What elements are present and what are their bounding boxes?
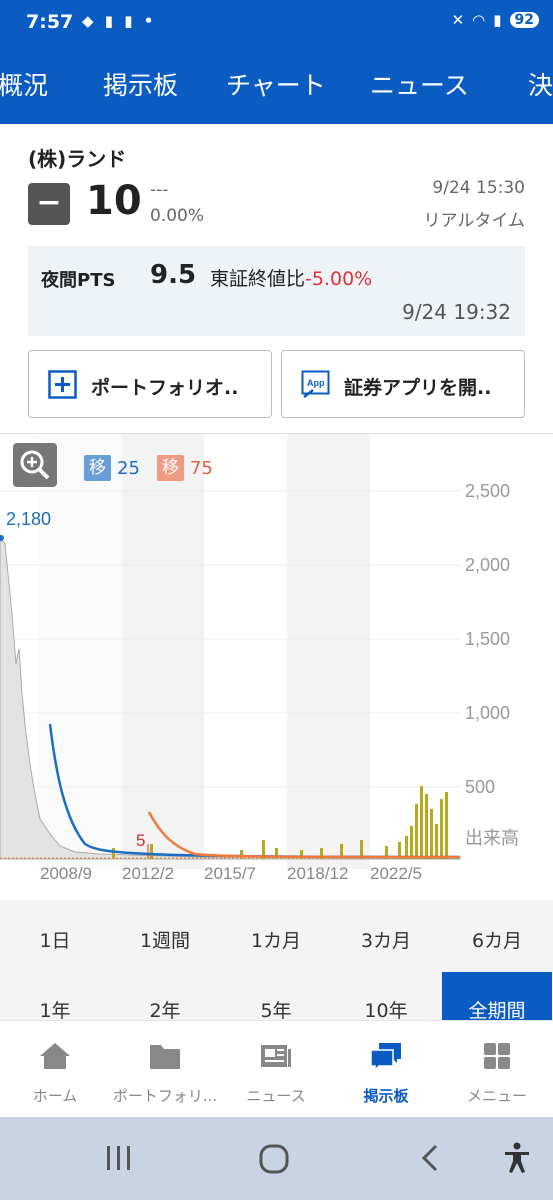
y-tick-1500: 1,500	[465, 629, 510, 649]
legend-ma25: 移 25	[84, 455, 140, 481]
battery-badge: 92	[509, 12, 539, 28]
stock-price: 10	[86, 178, 142, 224]
status-bar: 7:57 ◆ ▮ ▮ • ✕ ◠ ▮ 92	[0, 0, 553, 42]
tab-bar: 概況 掲示板 チャート ニュース 決	[0, 42, 553, 124]
tab-news[interactable]: ニュース	[370, 66, 469, 102]
legend-ma75-symbol: 移	[157, 455, 184, 481]
period-1d[interactable]: 1日	[0, 926, 110, 953]
home-icon	[40, 1043, 70, 1069]
y-tick-2000: 2,000	[465, 555, 510, 575]
zoom-in-icon	[20, 450, 50, 480]
period-5y[interactable]: 5年	[221, 996, 331, 1023]
newspaper-icon	[261, 1045, 291, 1067]
mute-icon: ✕	[451, 11, 465, 29]
nav-portfolio-label: ポートフォリ...	[112, 1087, 218, 1105]
y-tick-500: 500	[465, 777, 495, 797]
x-tick-2018-12: 2018/12	[287, 864, 348, 883]
nav-menu[interactable]: メニュー	[442, 1021, 552, 1118]
legend-ma75-value: 75	[190, 457, 213, 479]
pts-compare-value: -5.00%	[305, 268, 373, 290]
legend-ma25-symbol: 移	[84, 455, 111, 481]
unchanged-badge: −	[28, 183, 70, 225]
min-label: 5	[136, 831, 145, 850]
stock-name: (株)ランド	[28, 147, 127, 171]
y-tick-2500: 2,500	[465, 481, 510, 501]
x-tick-2015-7: 2015/7	[204, 864, 256, 883]
period-3m[interactable]: 3カ月	[331, 926, 441, 953]
status-time: 7:57	[26, 11, 74, 33]
x-tick-2008-9: 2008/9	[40, 864, 92, 883]
period-1y[interactable]: 1年	[0, 996, 110, 1023]
realtime-label: リアルタイム	[423, 211, 526, 231]
period-1w[interactable]: 1週間	[110, 926, 220, 953]
pts-box: 夜間PTS 9.5 東証終値比-5.00% 9/24 19:32	[28, 246, 525, 336]
nav-news[interactable]: ニュース	[221, 1021, 331, 1118]
recent-apps-icon[interactable]	[104, 1143, 134, 1173]
y-tick-1000: 1,000	[465, 703, 510, 723]
period-2y[interactable]: 2年	[110, 996, 220, 1023]
pts-compare-label: 東証終値比	[210, 268, 306, 290]
app-icon: App	[301, 370, 330, 398]
x-tick-2022-5: 2022/5	[370, 864, 422, 883]
nav-menu-label: メニュー	[466, 1087, 527, 1105]
nav-portfolio[interactable]: ポートフォリ...	[110, 1021, 220, 1118]
pts-compare: 東証終値比-5.00%	[210, 264, 372, 291]
bottom-navigation: ホーム ポートフォリ... ニュース 掲示板 メニュー	[0, 1020, 553, 1117]
period-selector: 1日 1週間 1カ月 3カ月 6カ月 1年 2年 5年 10年 全期間	[0, 900, 553, 1023]
period-10y[interactable]: 10年	[331, 996, 441, 1023]
plus-box-icon	[48, 370, 77, 399]
pts-time: 9/24 19:32	[402, 300, 511, 324]
price-change-pct: 0.00%	[150, 206, 205, 226]
price-change: ---	[150, 180, 169, 200]
open-securities-app-label: 証券アプリを開..	[344, 377, 492, 399]
nav-home[interactable]: ホーム	[0, 1021, 110, 1118]
zoom-button[interactable]	[13, 443, 57, 487]
max-label: 2,180	[6, 509, 51, 529]
nav-board-label: 掲示板	[363, 1087, 409, 1105]
notification-icons: ◆ ▮ ▮ •	[82, 12, 157, 30]
legend-ma25-value: 25	[117, 457, 140, 479]
grid-menu-icon	[484, 1043, 510, 1069]
add-portfolio-button[interactable]: ポートフォリオ..	[28, 350, 272, 418]
volume-label: 出来高	[465, 828, 519, 848]
accessibility-icon[interactable]	[502, 1141, 532, 1175]
tab-earnings[interactable]: 決	[528, 66, 553, 102]
x-tick-2012-2: 2012/2	[122, 864, 174, 883]
period-6m[interactable]: 6カ月	[442, 926, 552, 953]
folder-icon	[150, 1045, 180, 1069]
period-all[interactable]: 全期間	[442, 972, 552, 1022]
svg-text:App: App	[307, 378, 325, 388]
home-system-icon[interactable]	[258, 1143, 290, 1175]
legend-ma75: 移 75	[157, 455, 213, 481]
quote-datetime: 9/24 15:30	[432, 178, 525, 198]
tab-overview[interactable]: 概況	[0, 66, 48, 102]
period-1m[interactable]: 1カ月	[221, 926, 331, 953]
pts-value: 9.5	[150, 260, 197, 290]
wifi-icon: ◠	[472, 11, 486, 29]
nav-board[interactable]: 掲示板	[331, 1021, 441, 1118]
system-navigation-bar	[0, 1117, 553, 1200]
pts-label: 夜間PTS	[41, 270, 116, 291]
tab-board[interactable]: 掲示板	[103, 66, 178, 102]
tab-chart[interactable]: チャート	[226, 66, 326, 102]
open-securities-app-button[interactable]: App 証券アプリを開..	[281, 350, 525, 418]
back-icon[interactable]	[416, 1143, 444, 1173]
price-chart[interactable]: 2,500 2,000 1,500 1,000 500 出来高 2008/9 2…	[0, 434, 553, 899]
add-portfolio-label: ポートフォリオ..	[91, 377, 239, 399]
nav-news-label: ニュース	[246, 1087, 306, 1105]
status-right: ✕ ◠ ▮ 92	[452, 11, 539, 29]
signal-icon: ▮	[493, 11, 502, 29]
chat-bubbles-icon	[370, 1043, 401, 1071]
nav-home-label: ホーム	[32, 1087, 78, 1105]
